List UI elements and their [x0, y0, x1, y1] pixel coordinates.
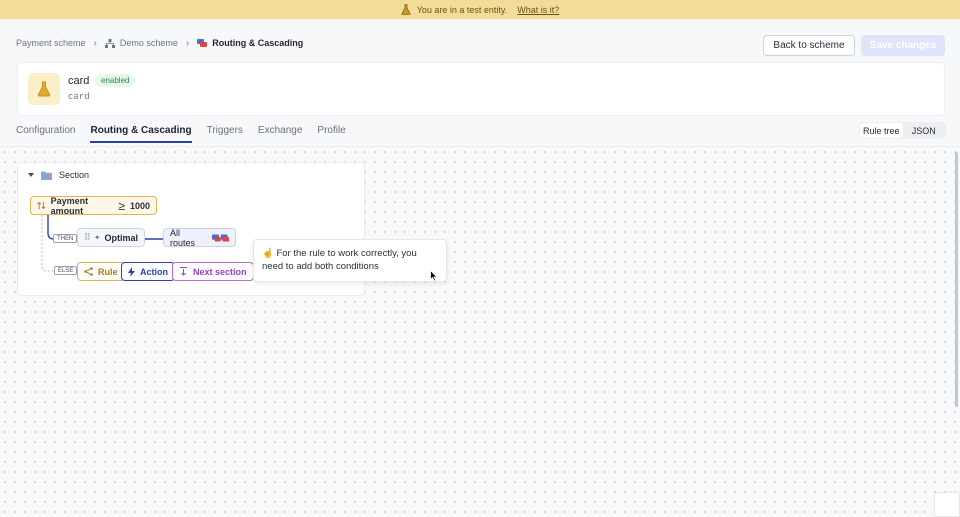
tab-configuration[interactable]: Configuration [16, 125, 75, 143]
condition-value: 1000 [129, 200, 150, 211]
add-action-button[interactable]: Action [121, 262, 175, 281]
routing-icon [197, 38, 208, 47]
next-section-icon [180, 267, 187, 276]
branch-icon [84, 267, 93, 276]
strategy-node[interactable]: ⠿ Optimal [77, 228, 145, 247]
breadcrumb-demo-scheme[interactable]: Demo scheme [104, 38, 178, 48]
tab-bar: Configuration Routing & Cascading Trigge… [16, 125, 361, 143]
flask-icon [37, 81, 51, 97]
strategy-label: Optimal [104, 232, 138, 243]
back-to-scheme-button[interactable]: Back to scheme [763, 35, 855, 56]
drag-handle-icon[interactable]: ⠿ [84, 232, 91, 243]
sparkle-icon [94, 235, 99, 240]
entity-card: card enabled card [17, 62, 945, 116]
routes-node[interactable]: All routes [163, 227, 236, 248]
else-tag: ELSE [54, 266, 78, 275]
save-changes-button[interactable]: Save changes [861, 35, 945, 56]
tab-triggers[interactable]: Triggers [207, 125, 243, 143]
tab-routing-cascading[interactable]: Routing & Cascading [90, 125, 192, 143]
condition-node[interactable]: Payment amount ≥ 1000 [30, 195, 157, 216]
lightning-icon [128, 266, 135, 277]
breadcrumb: Payment scheme › Demo scheme › Routing &… [16, 37, 303, 49]
minimap-panel[interactable] [934, 492, 960, 517]
condition-tooltip: ☝️ For the rule to work correctly, you n… [253, 239, 447, 282]
add-next-section-button[interactable]: Next section [172, 262, 254, 281]
then-tag: THEN [53, 234, 78, 243]
entity-name: card [68, 75, 90, 87]
breadcrumb-current: Routing & Cascading [197, 38, 303, 48]
add-rule-button[interactable]: Rule [77, 262, 125, 281]
test-entity-banner: You are in a test entity. What is it? [0, 0, 960, 19]
tab-profile[interactable]: Profile [317, 125, 345, 143]
view-toggle: Rule tree JSON [859, 122, 946, 139]
routes-label: All routes [170, 227, 196, 248]
entity-code: card [68, 92, 90, 102]
chevron-right-icon: › [93, 37, 97, 49]
condition-operator: ≥ [118, 198, 125, 213]
json-toggle[interactable]: JSON [903, 123, 946, 138]
banner-message: You are in a test entity. [416, 4, 508, 15]
status-badge: enabled [95, 74, 136, 87]
what-is-it-link[interactable]: What is it? [517, 5, 559, 15]
tab-exchange[interactable]: Exchange [258, 125, 302, 143]
routes-icon [211, 234, 229, 241]
mouse-cursor-icon [430, 270, 438, 282]
vertical-scrollbar[interactable] [955, 152, 958, 407]
chevron-right-icon: › [185, 37, 190, 49]
hierarchy-icon [104, 38, 115, 48]
rule-tree-toggle[interactable]: Rule tree [860, 123, 903, 138]
entity-avatar [28, 73, 60, 105]
breadcrumb-payment-scheme[interactable]: Payment scheme [16, 38, 86, 48]
flask-icon [401, 4, 411, 15]
condition-field: Payment amount [50, 195, 89, 216]
sort-arrows-icon [37, 201, 46, 210]
